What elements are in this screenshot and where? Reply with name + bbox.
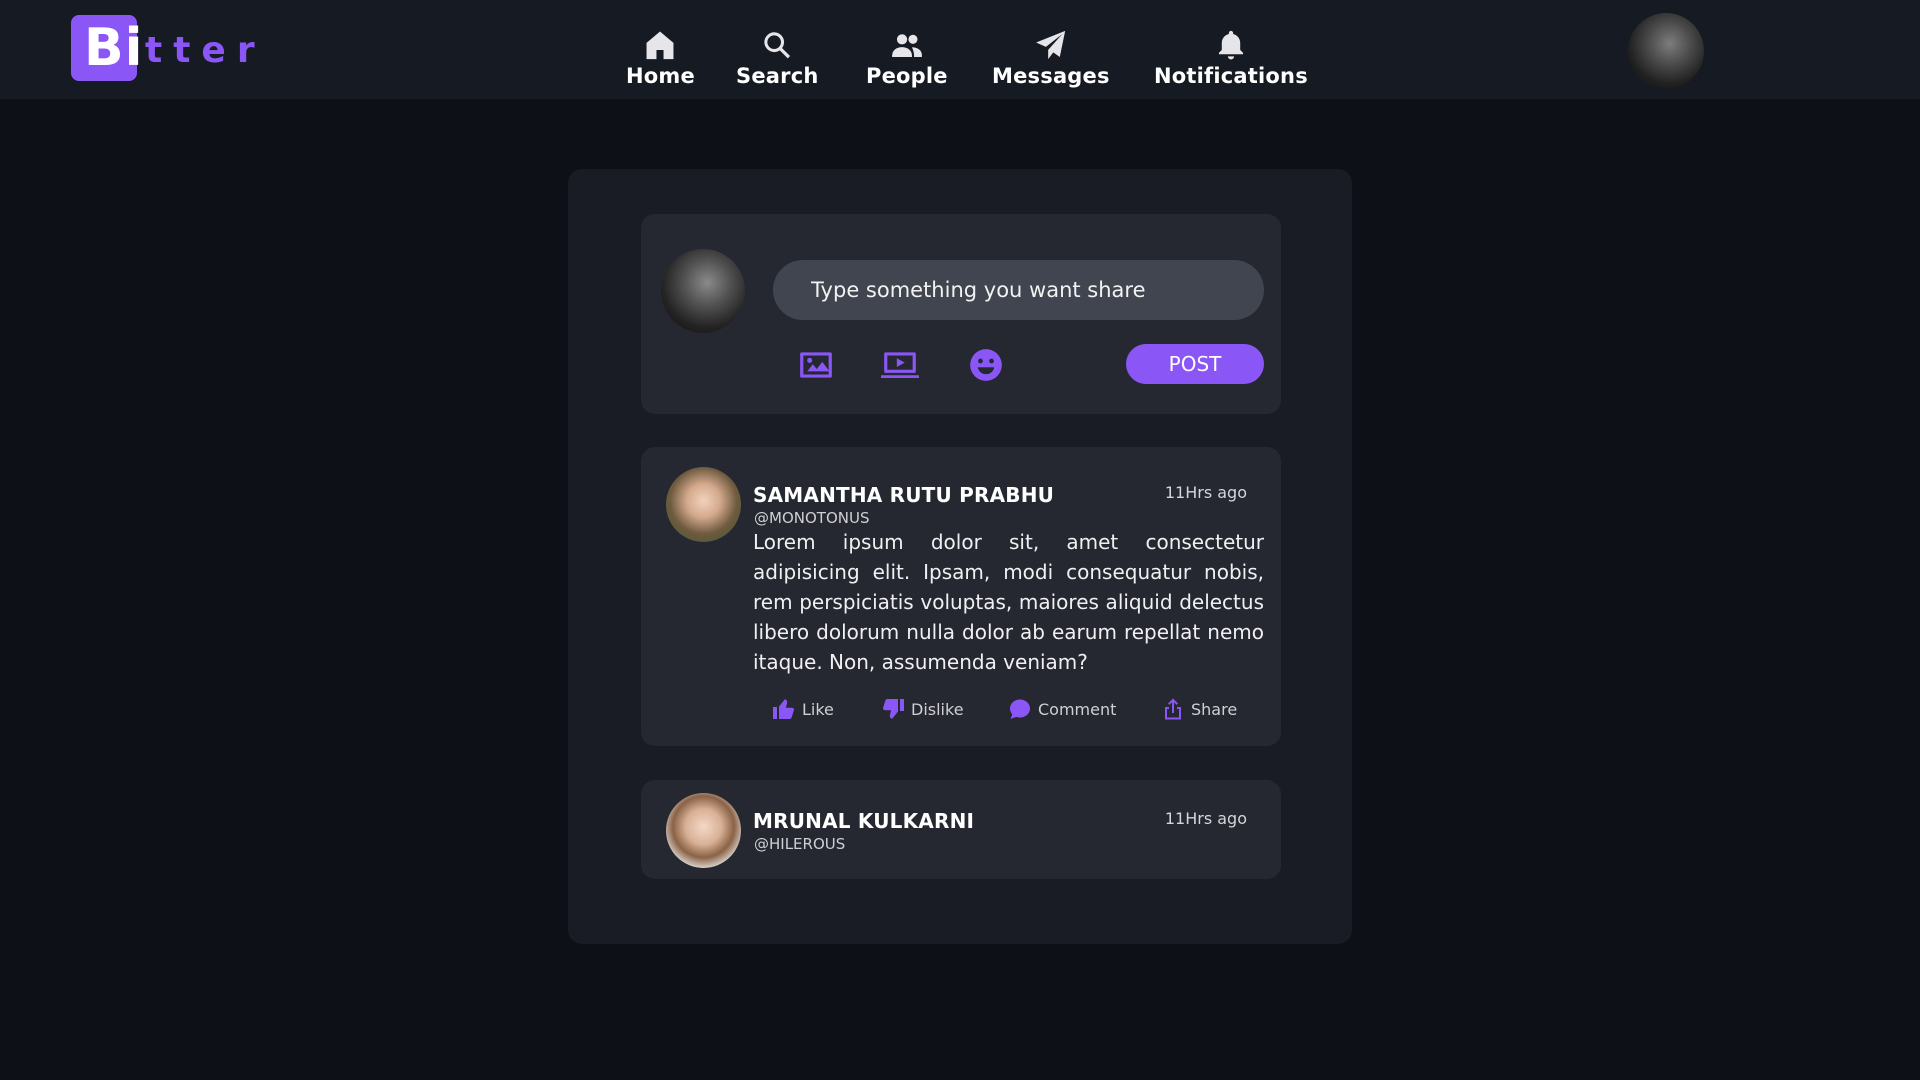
logo-letter-b: B (84, 18, 124, 78)
share-label: Share (1191, 699, 1238, 719)
author-name[interactable]: MRUNAL KULKARNI (753, 809, 974, 833)
logo-wordmark: tter (145, 29, 266, 71)
bell-icon (1218, 30, 1243, 60)
logo-mark: Bi (71, 15, 142, 81)
nav-search-label: Search (736, 64, 819, 88)
post-body: Lorem ipsum dolor sit, amet consectetur … (753, 530, 1264, 674)
share-button[interactable]: Share (1161, 697, 1237, 721)
paper-plane-icon (1035, 30, 1066, 60)
emoji-icon (970, 349, 1002, 381)
author-avatar[interactable] (666, 467, 741, 542)
top-navbar: Bi tter Home Search People Messages Noti… (0, 0, 1920, 99)
post-input[interactable] (773, 260, 1264, 320)
dislike-label: Dislike (911, 699, 964, 719)
search-icon (764, 32, 791, 59)
nav-notifications[interactable]: Notifications (1154, 28, 1308, 88)
post-timestamp: 11Hrs ago (1164, 483, 1247, 502)
post-card: MRUNAL KULKARNI @HILEROUS 11Hrs ago (641, 780, 1281, 879)
dislike-button[interactable]: Dislike (881, 697, 964, 721)
author-name[interactable]: SAMANTHA RUTU PRABHU (753, 483, 1054, 507)
comment-label: Comment (1038, 699, 1117, 719)
add-image-button[interactable] (797, 346, 835, 384)
image-icon (800, 352, 832, 378)
people-icon (891, 34, 922, 58)
composer-avatar (661, 249, 745, 333)
profile-avatar[interactable] (1628, 13, 1704, 89)
post-card: SAMANTHA RUTU PRABHU @MONOTONUS 11Hrs ag… (641, 447, 1281, 746)
author-handle[interactable]: @HILEROUS (754, 835, 845, 853)
like-button[interactable]: Like (772, 697, 834, 721)
add-emoji-button[interactable] (967, 346, 1005, 384)
thumbs-up-icon (773, 699, 794, 719)
like-label: Like (802, 699, 834, 719)
nav-people-label: People (866, 64, 948, 88)
nav-notifications-label: Notifications (1154, 64, 1308, 88)
nav-home-label: Home (626, 64, 695, 88)
nav-messages[interactable]: Messages (992, 28, 1110, 88)
home-icon (647, 31, 674, 60)
add-video-button[interactable] (881, 346, 919, 384)
post-button[interactable]: POST (1126, 344, 1264, 384)
nav-home[interactable]: Home (626, 28, 695, 88)
nav-search[interactable]: Search (736, 28, 819, 88)
author-avatar[interactable] (666, 793, 741, 868)
share-icon (1165, 698, 1181, 720)
thumbs-down-icon (883, 699, 904, 719)
nav-messages-label: Messages (992, 64, 1110, 88)
bitter-logo[interactable]: Bi tter (71, 15, 266, 81)
post-timestamp: 11Hrs ago (1164, 809, 1247, 828)
author-handle[interactable]: @MONOTONUS (754, 509, 869, 527)
nav-people[interactable]: People (866, 28, 948, 88)
post-composer: POST (641, 214, 1281, 414)
comment-icon (1010, 699, 1030, 719)
comment-button[interactable]: Comment (1008, 697, 1116, 721)
feed-panel: POST SAMANTHA RUTU PRABHU @MONOTONUS 11H… (568, 169, 1352, 944)
video-icon (881, 352, 919, 378)
